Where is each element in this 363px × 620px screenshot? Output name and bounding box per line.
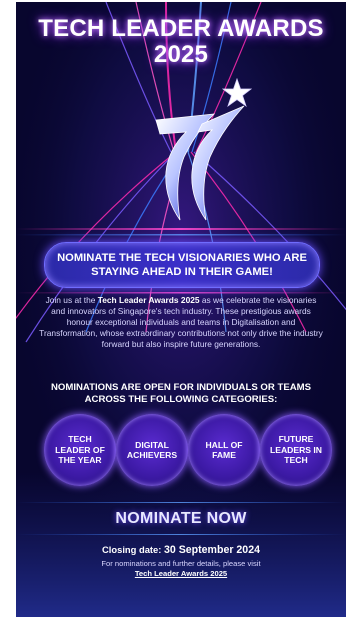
- intro-text-before: Join us at the: [45, 295, 98, 305]
- awards-poster: TECH LEADER AWARDS 2025 NOMINATE THE TEC…: [16, 2, 346, 617]
- page-title: TECH LEADER AWARDS 2025: [16, 16, 346, 68]
- category-label: FUTURE LEADERS IN TECH: [269, 434, 323, 466]
- nominate-banner: NOMINATE THE TECH VISIONARIES WHO ARE ST…: [44, 242, 320, 288]
- intro-paragraph: Join us at the Tech Leader Awards 2025 a…: [38, 295, 324, 350]
- intro-text-bold: Tech Leader Awards 2025: [97, 295, 200, 305]
- category-label: TECH LEADER OF THE YEAR: [55, 434, 105, 466]
- nominate-now-link[interactable]: NOMINATE NOW: [16, 510, 346, 528]
- category-label: DIGITAL ACHIEVERS: [126, 439, 178, 461]
- category-hall-of-fame: HALL OF FAME: [188, 414, 260, 486]
- category-tech-leader-of-the-year: TECH LEADER OF THE YEAR: [44, 414, 116, 486]
- title-line-1: TECH LEADER AWARDS: [38, 15, 324, 42]
- details-text: For nominations and further details, ple…: [16, 559, 346, 579]
- details-line: For nominations and further details, ple…: [101, 559, 261, 568]
- seven-swoosh-icon: [155, 105, 245, 221]
- closing-date-value: 30 September 2024: [163, 544, 260, 556]
- category-future-leaders-in-tech: FUTURE LEADERS IN TECH: [260, 414, 332, 486]
- title-line-2: 2025: [153, 41, 209, 68]
- awards-website-link[interactable]: Tech Leader Awards 2025: [16, 569, 346, 579]
- category-digital-achievers: DIGITAL ACHIEVERS: [116, 414, 188, 486]
- banner-text: NOMINATE THE TECH VISIONARIES WHO ARE ST…: [57, 252, 307, 278]
- closing-date-prefix: Closing date:: [102, 544, 164, 555]
- category-label: HALL OF FAME: [205, 439, 243, 461]
- closing-date: Closing date: 30 September 2024: [16, 544, 346, 556]
- categories-list: TECH LEADER OF THE YEAR DIGITAL ACHIEVER…: [44, 414, 334, 488]
- categories-heading: NOMINATIONS ARE OPEN FOR INDIVIDUALS OR …: [50, 382, 312, 405]
